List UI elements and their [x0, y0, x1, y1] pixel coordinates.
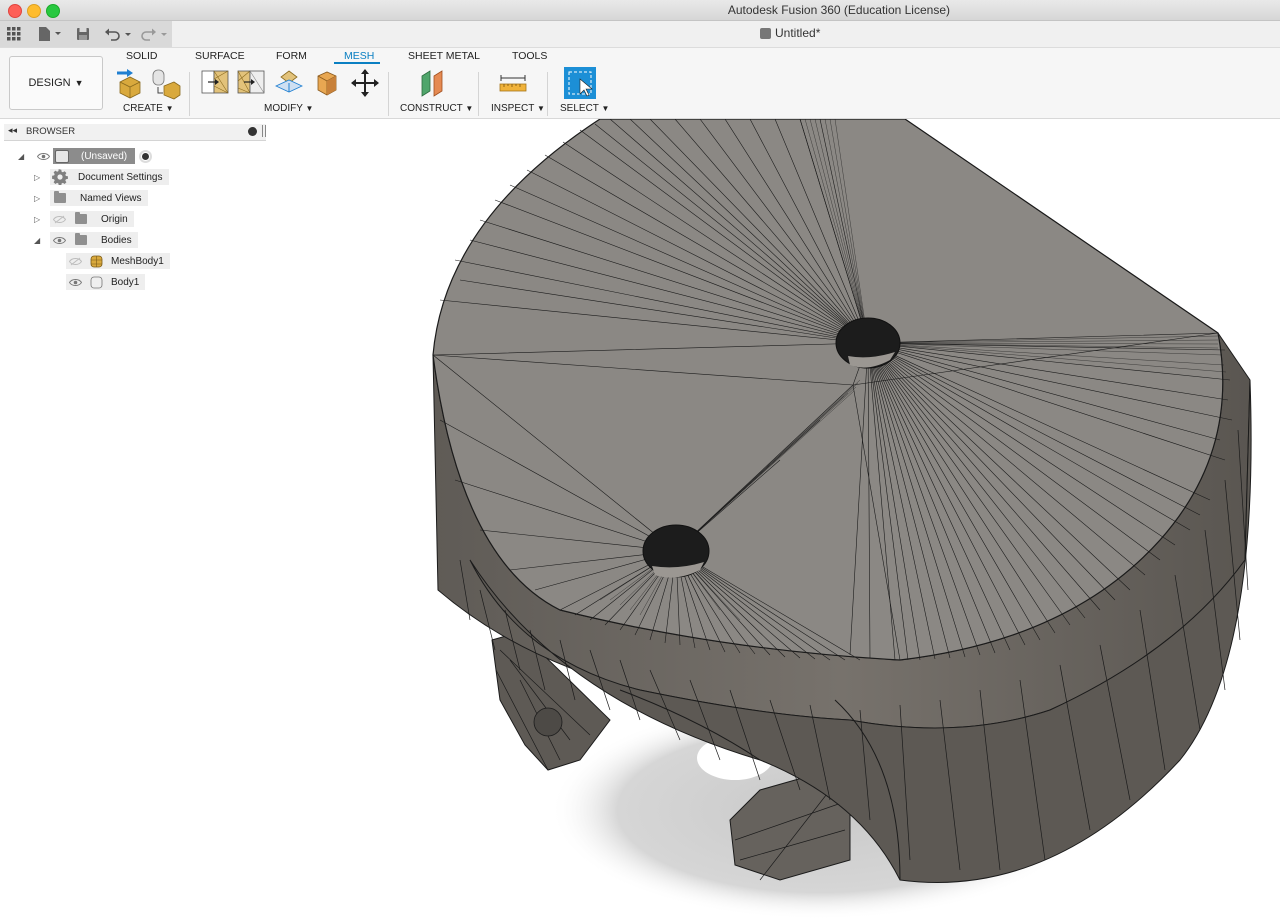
chevron-down-icon: ▼ — [465, 104, 474, 113]
folder-icon — [54, 191, 66, 203]
browser-item-origin[interactable]: Origin — [50, 211, 134, 227]
collapse-browser-icon[interactable]: ◂◂ — [8, 125, 17, 136]
tab-surface[interactable]: SURFACE — [195, 50, 245, 62]
browser-item-bodies[interactable]: Bodies — [50, 232, 138, 248]
move-copy-icon[interactable] — [350, 68, 379, 98]
inspect-group-label[interactable]: INSPECT ▼ — [491, 103, 545, 114]
ribbon-toolbar: DESIGN ▼ SOLID SURFACE FORM MESH SHEET M… — [0, 48, 1280, 119]
save-icon[interactable] — [74, 25, 92, 43]
visibility-eye-icon[interactable] — [68, 275, 82, 289]
browser-pin-icon[interactable] — [262, 125, 266, 137]
chevron-down-icon: ▼ — [305, 104, 314, 113]
insert-mesh-icon[interactable] — [116, 68, 144, 99]
tab-solid[interactable]: SOLID — [126, 50, 158, 62]
expand-triangle-icon[interactable]: ◢ — [18, 152, 24, 161]
tab-form[interactable]: FORM — [276, 50, 307, 62]
chevron-down-icon: ▼ — [74, 78, 84, 88]
expand-triangle-icon[interactable]: ◢ — [34, 236, 40, 245]
3d-viewport[interactable] — [268, 119, 1280, 922]
undo-icon[interactable] — [104, 25, 134, 43]
tessellate-icon[interactable] — [150, 68, 181, 100]
workspace-label: DESIGN — [28, 77, 71, 89]
folder-icon — [75, 212, 87, 224]
browser-item-meshbody1[interactable]: MeshBody1 — [66, 253, 170, 269]
zoom-window-button[interactable] — [46, 4, 60, 18]
chevron-down-icon: ▼ — [165, 104, 174, 113]
toolbar-divider — [189, 72, 190, 116]
expand-triangle-icon[interactable]: ▷ — [34, 194, 40, 203]
browser-title: BROWSER — [26, 126, 76, 137]
document-tab[interactable]: Untitled* — [760, 26, 820, 40]
root-component-label: (Unsaved) — [81, 150, 128, 162]
file-menu-icon[interactable] — [36, 25, 64, 43]
visibility-eye-icon[interactable] — [36, 149, 50, 163]
title-bar: Autodesk Fusion 360 (Education License) — [0, 0, 1280, 21]
quick-access-tools — [0, 21, 172, 47]
select-group-label[interactable]: SELECT ▼ — [560, 103, 609, 114]
construct-group-label[interactable]: CONSTRUCT ▼ — [400, 103, 473, 114]
convert-mesh-icon[interactable] — [312, 68, 340, 98]
gear-icon — [52, 169, 68, 185]
window-title: Autodesk Fusion 360 (Education License) — [727, 3, 950, 17]
plane-cut-icon[interactable] — [274, 68, 303, 98]
select-icon[interactable] — [563, 66, 597, 100]
toolbar-divider — [388, 72, 389, 116]
mesh-model-view[interactable] — [268, 119, 1280, 922]
solid-body-icon — [90, 276, 103, 289]
browser-item-label: Named Views — [80, 192, 142, 204]
chevron-down-icon: ▼ — [536, 104, 545, 113]
active-tab-indicator — [334, 62, 380, 64]
redo-icon[interactable] — [140, 25, 170, 43]
document-cube-icon — [760, 27, 771, 39]
minimize-window-button[interactable] — [27, 4, 41, 18]
close-window-button[interactable] — [8, 4, 22, 18]
folder-icon — [75, 233, 87, 245]
remesh-icon[interactable] — [200, 68, 229, 98]
workspace-switcher[interactable]: DESIGN ▼ — [9, 56, 103, 110]
mesh-body-icon — [90, 255, 103, 268]
minimize-browser-icon[interactable] — [248, 127, 257, 136]
browser-item-label: Bodies — [101, 234, 132, 246]
toolbar-divider — [478, 72, 479, 116]
browser-item-document-settings[interactable]: Document Settings — [50, 169, 169, 185]
visibility-eye-icon[interactable] — [52, 233, 66, 247]
tab-tools[interactable]: TOOLS — [512, 50, 547, 62]
browser-item-label: MeshBody1 — [111, 255, 164, 267]
modify-group-label[interactable]: MODIFY ▼ — [264, 103, 313, 114]
expand-triangle-icon[interactable]: ▷ — [34, 173, 40, 182]
browser-item-named-views[interactable]: Named Views — [50, 190, 148, 206]
toolbar-divider — [547, 72, 548, 116]
component-icon — [55, 149, 69, 163]
tab-sheet-metal[interactable]: SHEET METAL — [408, 50, 480, 62]
browser-item-body1[interactable]: Body1 — [66, 274, 146, 290]
browser-root-item[interactable]: (Unsaved) — [34, 148, 158, 164]
browser-header: ◂◂ BROWSER — [4, 124, 266, 141]
upper-screw-hole — [835, 317, 901, 369]
browser-item-label: Origin — [101, 213, 128, 225]
activate-component-radio-icon[interactable] — [139, 149, 153, 163]
visibility-hidden-eye-icon[interactable] — [68, 254, 82, 268]
data-panel-grid-icon[interactable] — [5, 25, 23, 43]
offset-plane-icon[interactable] — [418, 68, 446, 98]
expand-triangle-icon[interactable]: ▷ — [34, 215, 40, 224]
reduce-icon[interactable] — [236, 68, 265, 98]
root-component-chip: (Unsaved) — [53, 148, 136, 164]
document-tab-label: Untitled* — [775, 26, 821, 40]
tab-mesh[interactable]: MESH — [344, 50, 374, 62]
browser-item-label: Body1 — [111, 276, 140, 288]
lower-screw-hole — [642, 524, 710, 578]
browser-item-label: Document Settings — [78, 171, 163, 183]
visibility-hidden-eye-icon[interactable] — [52, 212, 66, 226]
measure-icon[interactable] — [498, 68, 527, 98]
chevron-down-icon: ▼ — [601, 104, 610, 113]
create-group-label[interactable]: CREATE ▼ — [123, 103, 174, 114]
quick-access-bar: Untitled* — [0, 21, 1280, 48]
